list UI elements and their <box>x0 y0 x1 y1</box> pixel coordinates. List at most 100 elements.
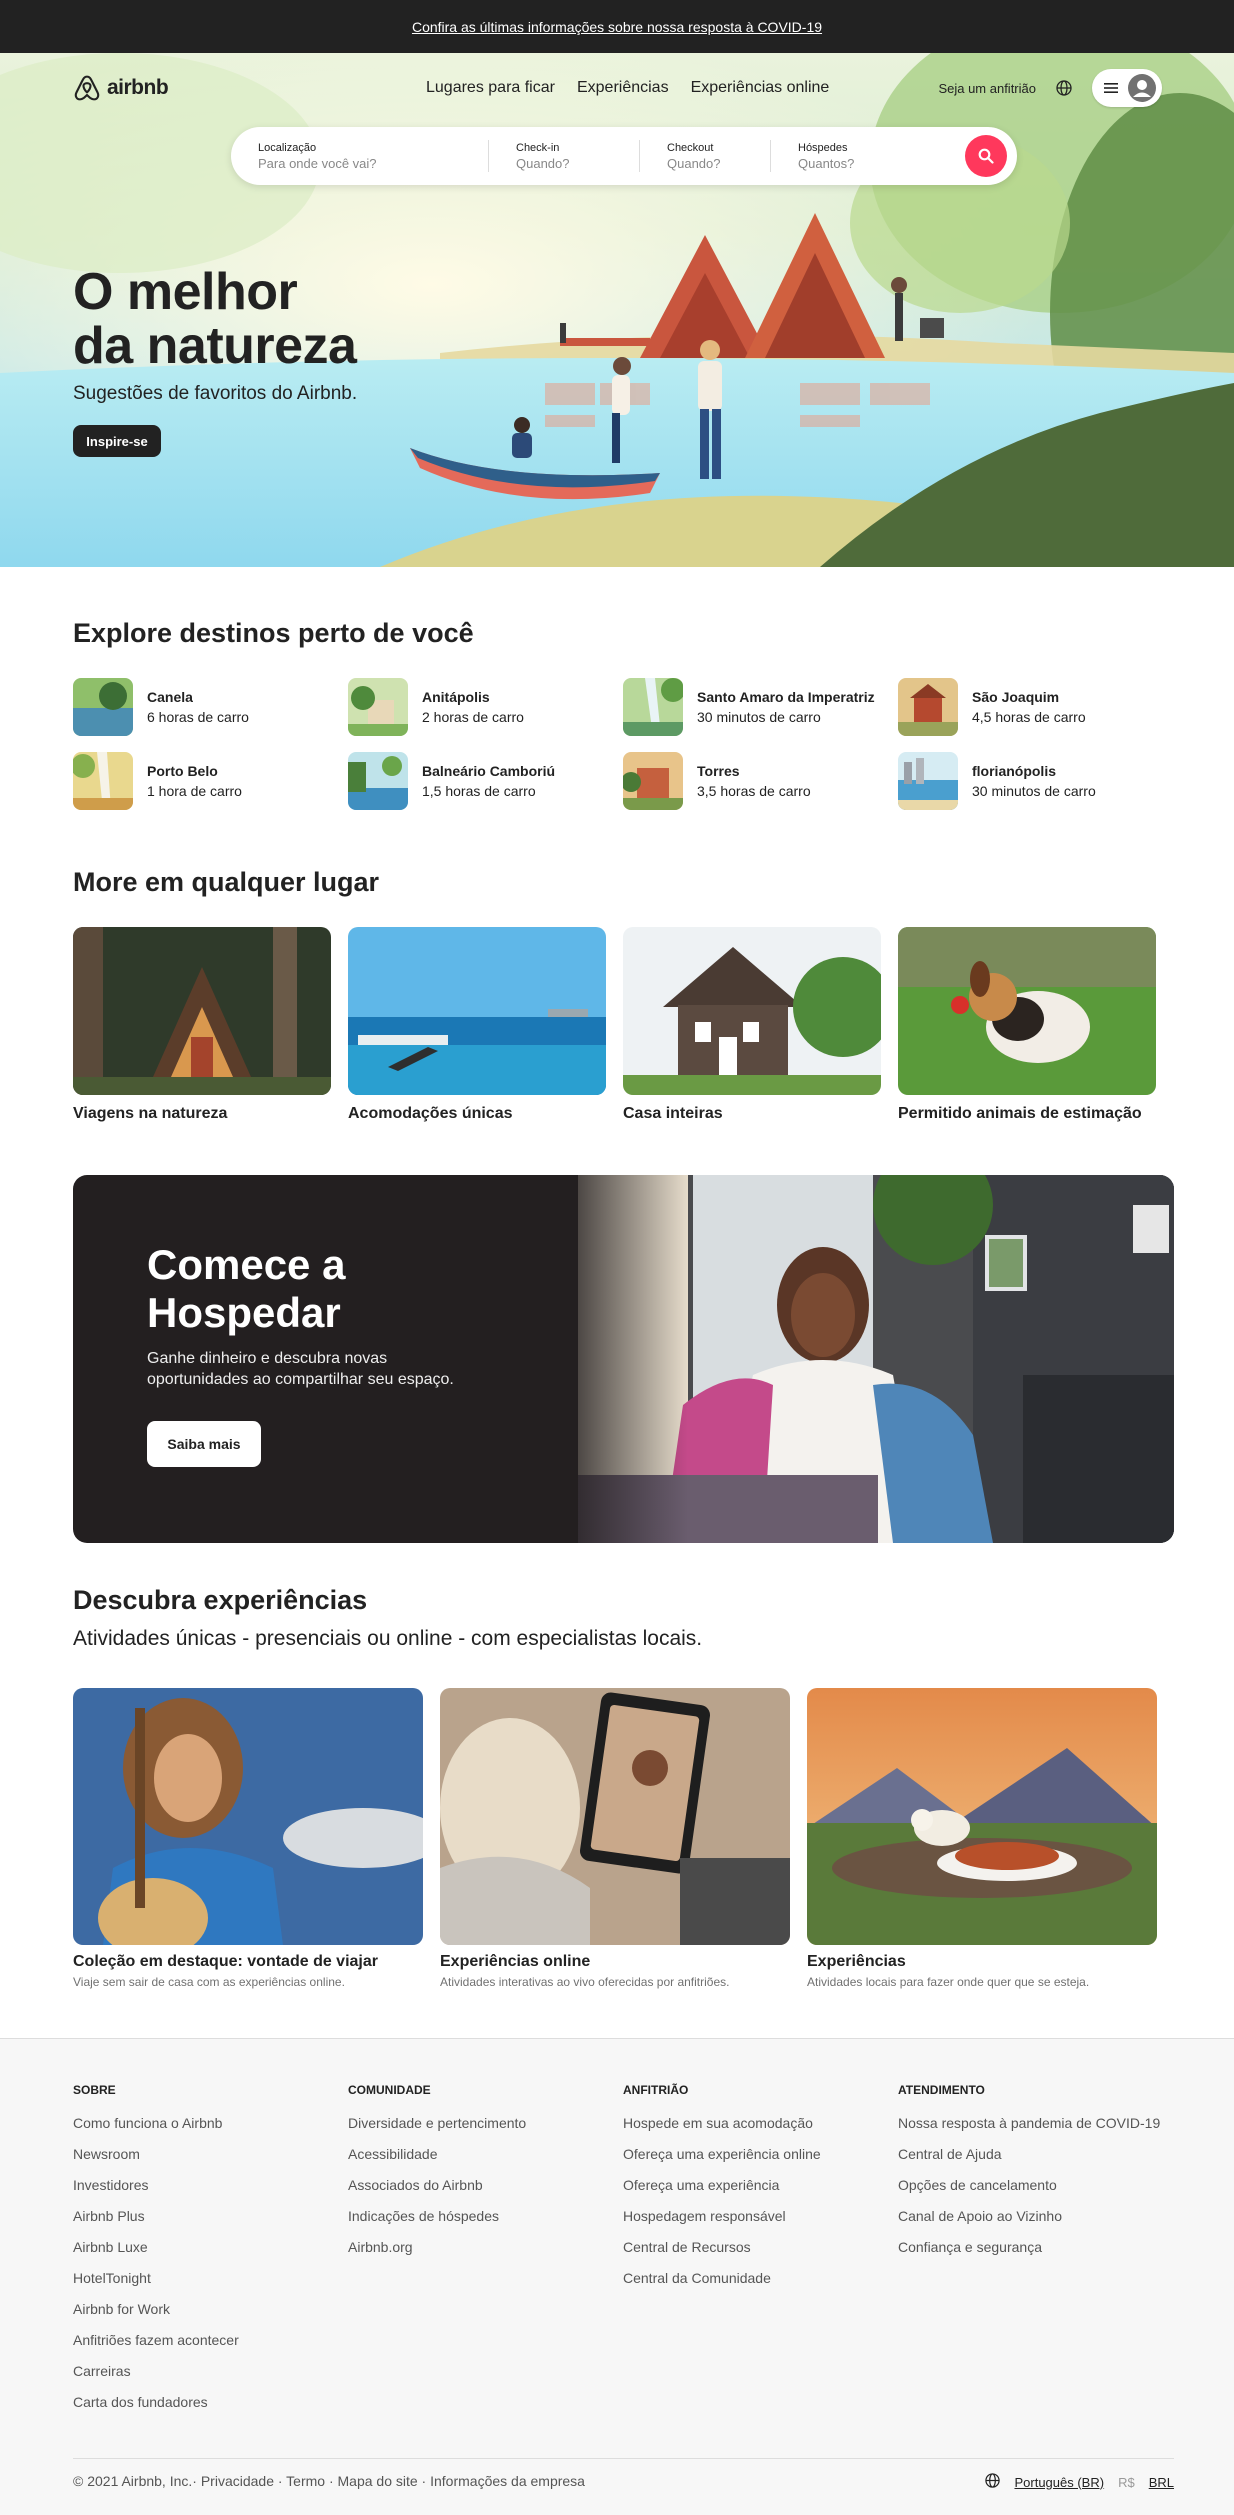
nearby-name: Anitápolis <box>422 689 490 705</box>
nearby-item[interactable]: Porto Belo 1 hora de carro <box>73 752 348 810</box>
footer-link[interactable]: Central da Comunidade <box>623 2270 898 2286</box>
footer-link[interactable]: Nossa resposta à pandemia de COVID-19 <box>898 2115 1173 2131</box>
footer-link[interactable]: Como funciona o Airbnb <box>73 2115 348 2131</box>
footer-link[interactable]: Opções de cancelamento <box>898 2177 1173 2193</box>
footer-link[interactable]: Airbnb Luxe <box>73 2239 348 2255</box>
footer-link[interactable]: Airbnb for Work <box>73 2301 348 2317</box>
currency-symbol: R$ <box>1118 2474 1135 2490</box>
footer-column-support: ATENDIMENTO Nossa resposta à pandemia de… <box>898 2083 1173 2425</box>
footer-link[interactable]: Airbnb.org <box>348 2239 623 2255</box>
airbnb-logo[interactable]: airbnb <box>73 73 169 103</box>
user-menu-button[interactable] <box>1092 69 1162 107</box>
live-anywhere-title: More em qualquer lugar <box>73 867 380 897</box>
covid-banner-link[interactable]: Confira as últimas informações sobre nos… <box>412 19 822 35</box>
experience-card[interactable]: Experiências Atividades locais para faze… <box>807 1688 1157 1989</box>
nav-link-experiences[interactable]: Experiências <box>577 79 669 97</box>
nearby-item[interactable]: Canela 6 horas de carro <box>73 678 348 736</box>
copyright: © 2021 Airbnb, Inc.· Privacidade · Termo… <box>73 2473 585 2489</box>
experience-image <box>440 1688 790 1945</box>
search-button[interactable] <box>965 135 1007 177</box>
footer-link[interactable]: Ofereça uma experiência online <box>623 2146 898 2162</box>
footer-link[interactable]: Anfitriões fazem acontecer <box>73 2332 348 2348</box>
nearby-item[interactable]: Balneário Camboriú 1,5 horas de carro <box>348 752 623 810</box>
search-checkout-field[interactable]: Checkout Quando? <box>640 127 770 185</box>
footer-column-host: ANFITRIÃO Hospede em sua acomodação Ofer… <box>623 2083 898 2425</box>
footer-link[interactable]: Confiança e segurança <box>898 2239 1173 2255</box>
host-promo-card: Comece a Hospedar Ganhe dinheiro e descu… <box>73 1175 1174 1543</box>
checkout-placeholder: Quando? <box>667 155 721 171</box>
nearby-thumbnail <box>898 678 958 736</box>
become-host-link[interactable]: Seja um anfitrião <box>938 81 1036 96</box>
footer-link[interactable]: Hospede em sua acomodação <box>623 2115 898 2131</box>
footer-heading: ANFITRIÃO <box>623 2083 689 2097</box>
footer-link[interactable]: Hospedagem responsável <box>623 2208 898 2224</box>
nearby-distance: 6 horas de carro <box>147 709 249 725</box>
avatar-icon <box>1128 74 1156 102</box>
nav-link-online-experiences[interactable]: Experiências online <box>691 79 830 97</box>
footer-link[interactable]: Acessibilidade <box>348 2146 623 2162</box>
nearby-distance: 1,5 horas de carro <box>422 783 536 799</box>
host-subtitle: Ganhe dinheiro e descubra novas oportuni… <box>147 1350 454 1388</box>
experience-description: Viaje sem sair de casa com as experiênci… <box>73 1975 345 1989</box>
experience-card[interactable]: Experiências online Atividades interativ… <box>440 1688 790 1989</box>
experience-title: Coleção em destaque: vontade de viajar <box>73 1953 378 1970</box>
footer-link[interactable]: Central de Recursos <box>623 2239 898 2255</box>
nearby-item[interactable]: São Joaquim 4,5 horas de carro <box>898 678 1173 736</box>
nearby-item[interactable]: Santo Amaro da Imperatriz 30 minutos de c… <box>623 678 898 736</box>
hero-title-line: da natureza <box>73 317 357 375</box>
footer-link[interactable]: Associados do Airbnb <box>348 2177 623 2193</box>
experience-cards: Coleção em destaque: vontade de viajar V… <box>73 1688 1157 1989</box>
footer-link[interactable]: HotelTonight <box>73 2270 348 2286</box>
footer-link[interactable]: Newsroom <box>73 2146 348 2162</box>
airbnb-logo-icon <box>74 75 100 101</box>
experience-image <box>807 1688 1157 1945</box>
nearby-distance: 3,5 horas de carro <box>697 783 811 799</box>
footer-link[interactable]: Airbnb Plus <box>73 2208 348 2224</box>
category-card[interactable]: Casa inteiras <box>623 927 881 1123</box>
top-nav: airbnb Lugares para ficar Experiências E… <box>0 53 1234 127</box>
category-card[interactable]: Acomodações únicas <box>348 927 606 1123</box>
language-selector[interactable]: Português (BR) <box>1014 2475 1104 2490</box>
nearby-item[interactable]: florianópolis 30 minutos de carro <box>898 752 1173 810</box>
nearby-name: Torres <box>697 763 740 779</box>
globe-icon[interactable] <box>985 2473 1001 2491</box>
nearby-distance: 1 hora de carro <box>147 783 242 799</box>
footer-link[interactable]: Diversidade e pertencimento <box>348 2115 623 2131</box>
nav-link-stays[interactable]: Lugares para ficar <box>426 79 555 97</box>
learn-more-button[interactable]: Saiba mais <box>147 1421 261 1467</box>
footer-heading: COMUNIDADE <box>348 2083 431 2097</box>
category-image <box>898 927 1156 1095</box>
footer-link[interactable]: Indicações de hóspedes <box>348 2208 623 2224</box>
footer-settings: Português (BR) R$ BRL <box>985 2473 1174 2491</box>
checkin-placeholder: Quando? <box>516 155 570 171</box>
nearby-distance: 4,5 horas de carro <box>972 709 1086 725</box>
category-card[interactable]: Permitido animais de estimação <box>898 927 1156 1123</box>
nav-links: Lugares para ficar Experiências Experiên… <box>426 79 829 97</box>
footer-link[interactable]: Carreiras <box>73 2363 348 2379</box>
nearby-thumbnail <box>348 678 408 736</box>
footer-link[interactable]: Carta dos fundadores <box>73 2394 348 2410</box>
currency-selector[interactable]: BRL <box>1149 2475 1174 2490</box>
footer-link[interactable]: Investidores <box>73 2177 348 2193</box>
nearby-distance: 30 minutos de carro <box>972 783 1096 799</box>
hamburger-icon <box>1104 83 1118 93</box>
nearby-name: Balneário Camboriú <box>422 763 556 779</box>
footer-link[interactable]: Canal de Apoio ao Vizinho <box>898 2208 1173 2224</box>
host-title-line: Hospedar <box>147 1289 341 1336</box>
inspire-button[interactable]: Inspire-se <box>73 425 161 457</box>
category-card[interactable]: Viagens na natureza <box>73 927 331 1123</box>
experience-card[interactable]: Coleção em destaque: vontade de viajar V… <box>73 1688 423 1989</box>
nearby-item[interactable]: Anitápolis 2 horas de carro <box>348 678 623 736</box>
footer-link[interactable]: Central de Ajuda <box>898 2146 1173 2162</box>
category-image <box>623 927 881 1095</box>
globe-icon[interactable] <box>1054 78 1074 98</box>
footer-link[interactable]: Ofereça uma experiência <box>623 2177 898 2193</box>
category-label: Casa inteiras <box>623 1105 723 1122</box>
guests-placeholder: Quantos? <box>798 155 855 171</box>
category-label: Acomodações únicas <box>348 1105 513 1122</box>
search-checkin-field[interactable]: Check-in Quando? <box>489 127 639 185</box>
search-location-field[interactable]: Localização Para onde você vai? <box>231 127 488 185</box>
search-guests-field[interactable]: Hóspedes Quantos? <box>771 127 961 185</box>
nearby-item[interactable]: Torres 3,5 horas de carro <box>623 752 898 810</box>
experience-description: Atividades interativas ao vivo oferecida… <box>440 1975 730 1989</box>
